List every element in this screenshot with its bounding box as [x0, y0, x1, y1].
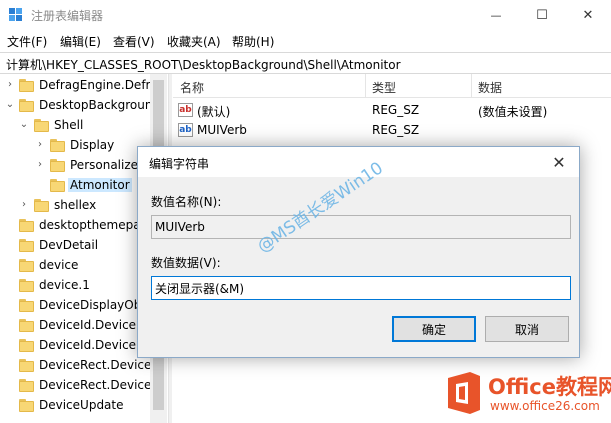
- window-close-button[interactable]: ✕: [565, 0, 611, 30]
- tree-item-label: DeviceId.DeviceId: [39, 338, 148, 352]
- maximize-icon: ☐: [536, 7, 548, 23]
- folder-icon: [34, 119, 49, 132]
- tree-item-label: DeviceDisplayObj: [39, 298, 145, 312]
- ok-button[interactable]: 确定: [392, 316, 476, 342]
- list-header: 名称 类型 数据: [173, 74, 611, 98]
- value-type: REG_SZ: [372, 103, 420, 117]
- chevron-right-icon[interactable]: ›: [4, 79, 16, 93]
- column-divider[interactable]: [365, 74, 366, 98]
- chevron-right-icon[interactable]: ›: [34, 159, 46, 173]
- folder-icon: [19, 379, 34, 392]
- folder-icon: [19, 399, 34, 412]
- minimize-icon: —: [490, 8, 502, 22]
- tree-item-label: DeviceUpdate: [39, 398, 124, 412]
- folder-icon: [50, 139, 65, 152]
- value-type: REG_SZ: [372, 123, 420, 137]
- folder-icon: [19, 299, 34, 312]
- maximize-button[interactable]: ☐: [519, 0, 565, 30]
- tree-item-label: device: [39, 258, 79, 272]
- folder-icon: [19, 259, 34, 272]
- folder-icon: [19, 359, 34, 372]
- logo-brand-text: Office教程网: [488, 375, 611, 399]
- window-titlebar: 注册表编辑器 — ☐ ✕: [0, 0, 611, 30]
- tree-item[interactable]: ⌄ DesktopBackgroun: [0, 96, 168, 116]
- tree-item-label: Personalize: [70, 158, 139, 172]
- tree-item[interactable]: DeviceUpdate: [0, 396, 168, 416]
- tree-item-label: Atmonitor: [68, 178, 132, 192]
- folder-icon: [19, 279, 34, 292]
- folder-icon: [19, 339, 34, 352]
- value-name: (默认): [197, 105, 231, 119]
- folder-icon: [19, 99, 34, 112]
- folder-icon: [19, 219, 34, 232]
- tree-item[interactable]: DeviceRect.DeviceR: [0, 376, 168, 396]
- column-header-type[interactable]: 类型: [372, 79, 396, 96]
- tree-item-label: DevDetail: [39, 238, 99, 252]
- tree-item-label: Shell: [54, 118, 84, 132]
- folder-icon: [34, 199, 49, 212]
- folder-icon: [19, 79, 34, 92]
- value-data-input[interactable]: [151, 276, 571, 300]
- office-tutorial-logo: Office教程网 www.office26.com: [444, 368, 611, 420]
- tree-item-label: DefragEngine.Defra: [39, 78, 158, 92]
- office-logo-icon: [448, 372, 480, 414]
- address-path: 计算机\HKEY_CLASSES_ROOT\DesktopBackground\…: [6, 58, 401, 72]
- folder-icon: [50, 179, 65, 192]
- string-value-icon: ab: [178, 123, 193, 137]
- close-icon: ✕: [582, 7, 594, 23]
- column-divider[interactable]: [471, 74, 472, 98]
- menu-bar: 文件(F) 编辑(E) 查看(V) 收藏夹(A) 帮助(H): [0, 30, 611, 52]
- menu-view[interactable]: 查看(V): [113, 33, 155, 50]
- value-data: (数值未设置): [478, 105, 548, 119]
- tree-item[interactable]: ⌄ Shell: [0, 116, 168, 136]
- window-title: 注册表编辑器: [31, 9, 104, 23]
- chevron-right-icon[interactable]: ›: [18, 199, 30, 213]
- folder-icon: [19, 319, 34, 332]
- registry-app-icon: [9, 8, 22, 21]
- value-name: MUIVerb: [197, 123, 247, 137]
- logo-url-text: www.office26.com: [490, 399, 600, 413]
- menu-favorites[interactable]: 收藏夹(A): [167, 33, 221, 50]
- list-row[interactable]: ab (默认) REG_SZ (数值未设置): [173, 100, 611, 120]
- tree-item[interactable]: › DefragEngine.Defra: [0, 76, 168, 96]
- list-row[interactable]: ab MUIVerb REG_SZ: [173, 120, 611, 140]
- folder-icon: [50, 159, 65, 172]
- cancel-button[interactable]: 取消: [485, 316, 569, 342]
- menu-edit[interactable]: 编辑(E): [60, 33, 101, 50]
- chevron-down-icon[interactable]: ⌄: [4, 99, 16, 113]
- folder-icon: [19, 239, 34, 252]
- tree-item-label: DesktopBackgroun: [39, 98, 153, 112]
- column-header-data[interactable]: 数据: [478, 79, 502, 96]
- close-icon: ✕: [552, 152, 566, 172]
- tree-item-label: DeviceId.DeviceId: [39, 318, 148, 332]
- chevron-down-icon[interactable]: ⌄: [18, 119, 30, 133]
- tree-item-label: shellex: [54, 198, 97, 212]
- dialog-close-button[interactable]: ✕: [543, 149, 575, 175]
- value-name-label: 数值名称(N):: [151, 195, 222, 209]
- menu-help[interactable]: 帮助(H): [232, 33, 274, 50]
- value-name-field: [151, 215, 571, 239]
- string-value-icon: ab: [178, 103, 193, 117]
- tree-item-label: DeviceRect.DeviceR: [39, 358, 160, 372]
- dialog-title: 编辑字符串: [149, 157, 210, 171]
- column-header-name[interactable]: 名称: [180, 79, 204, 96]
- value-data-label: 数值数据(V):: [151, 256, 221, 270]
- tree-item[interactable]: DeviceRect.DeviceR: [0, 356, 168, 376]
- tree-item-label: DeviceRect.DeviceR: [39, 378, 160, 392]
- menu-file[interactable]: 文件(F): [7, 33, 47, 50]
- address-bar[interactable]: 计算机\HKEY_CLASSES_ROOT\DesktopBackground\…: [0, 52, 611, 74]
- tree-item-label: desktopthemepac: [39, 218, 148, 232]
- tree-item-label: Display: [70, 138, 115, 152]
- chevron-right-icon[interactable]: ›: [34, 139, 46, 153]
- minimize-button[interactable]: —: [473, 0, 519, 30]
- tree-item-label: device.1: [39, 278, 90, 292]
